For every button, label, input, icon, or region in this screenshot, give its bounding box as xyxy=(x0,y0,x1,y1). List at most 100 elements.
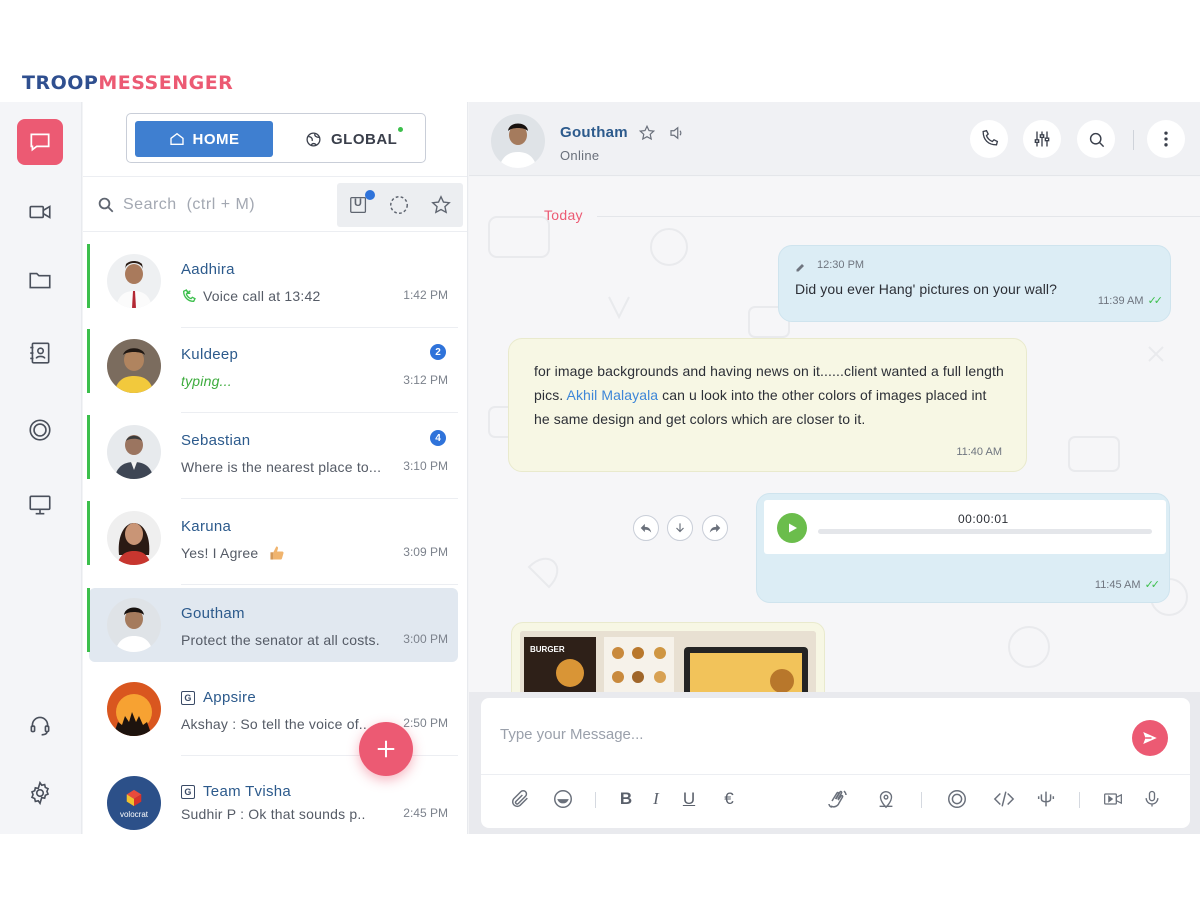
lifebuoy-icon xyxy=(29,419,51,441)
search-input[interactable] xyxy=(123,193,323,217)
global-tab[interactable]: GLOBAL xyxy=(305,121,397,157)
incoming-call-icon xyxy=(182,289,196,303)
attach-button[interactable] xyxy=(507,786,533,812)
play-icon xyxy=(789,523,797,533)
call-button[interactable] xyxy=(970,120,1008,158)
strikethrough-button[interactable]: € xyxy=(716,786,742,812)
message-meta: 11:45 AM ✓✓ xyxy=(1095,578,1160,591)
avatar xyxy=(107,425,161,479)
chat-icon xyxy=(30,133,50,152)
outgoing-message[interactable]: 12:30 PM Did you ever Hang' pictures on … xyxy=(778,245,1171,322)
conversation-name-text: Appsire xyxy=(203,689,256,706)
sliders-icon xyxy=(1034,131,1050,147)
starred-filter-button[interactable] xyxy=(429,193,453,217)
contacts-book-icon xyxy=(30,342,50,364)
conversation-item[interactable]: Karuna Yes! I Agree 3:09 PM xyxy=(87,501,458,585)
new-chat-button[interactable] xyxy=(359,722,413,776)
reply-button[interactable] xyxy=(633,515,659,541)
image-caption: BURGER xyxy=(530,645,565,654)
contact-name: Goutham xyxy=(560,124,628,141)
rail-files-button[interactable] xyxy=(17,257,63,303)
speaker-icon[interactable] xyxy=(668,124,686,142)
conversation-time: 3:12 PM xyxy=(403,373,448,387)
forward-icon xyxy=(709,523,721,533)
brand-part-2: MESSENGER xyxy=(98,72,234,94)
divider xyxy=(181,327,458,328)
plus-icon xyxy=(377,740,395,758)
outgoing-audio-message[interactable]: 00:00:01 11:45 AM ✓✓ xyxy=(756,493,1170,603)
code-snippet-button[interactable] xyxy=(991,786,1017,812)
message-time: 11:40 AM xyxy=(956,446,1002,458)
image-thumbnail[interactable]: BURGER xyxy=(520,631,816,692)
bold-button[interactable]: B xyxy=(613,786,639,812)
home-tab-label: HOME xyxy=(192,130,240,148)
avatar-text: volocrat xyxy=(119,809,148,819)
home-tab[interactable]: HOME xyxy=(135,121,273,157)
hand-wave-icon xyxy=(828,790,847,808)
conversation-name: Karuna xyxy=(181,518,232,535)
contact-status: Online xyxy=(560,148,600,163)
conversation-item-selected[interactable]: Goutham Protect the senator at all costs… xyxy=(87,588,458,662)
incoming-image-message[interactable]: BURGER xyxy=(511,622,825,692)
nav-rail xyxy=(0,102,82,834)
monitor-icon xyxy=(29,495,51,515)
divider xyxy=(595,792,596,808)
rail-support-button[interactable] xyxy=(17,702,63,748)
play-button[interactable] xyxy=(777,513,807,543)
send-button[interactable] xyxy=(1132,720,1168,756)
rail-contacts-button[interactable] xyxy=(17,330,63,376)
more-options-button[interactable] xyxy=(1147,120,1185,158)
conversation-name: G Appsire xyxy=(181,689,256,706)
user-mention-link[interactable]: Akhil Malayala xyxy=(567,387,659,403)
divider xyxy=(181,412,458,413)
emoji-button[interactable] xyxy=(550,786,576,812)
status-filter-button[interactable] xyxy=(387,193,411,217)
group-icon: G xyxy=(181,691,195,705)
gear-icon xyxy=(30,780,50,806)
download-button[interactable] xyxy=(667,515,693,541)
search-icon xyxy=(1089,132,1104,147)
search-icon xyxy=(98,197,114,213)
incoming-message[interactable]: for image backgrounds and having news on… xyxy=(508,338,1027,472)
rail-settings-button[interactable] xyxy=(17,770,63,816)
meeting-button[interactable] xyxy=(944,786,970,812)
location-button[interactable] xyxy=(873,786,899,812)
chat-settings-button[interactable] xyxy=(1023,120,1061,158)
italic-button[interactable]: I xyxy=(643,786,669,812)
contact-avatar[interactable] xyxy=(491,114,545,168)
underline-button[interactable]: U xyxy=(676,786,702,812)
rail-screen-button[interactable] xyxy=(17,482,63,528)
rail-chat-button[interactable] xyxy=(17,119,63,165)
conversation-item[interactable]: Aadhira Voice call at 13:42 1:42 PM xyxy=(87,244,458,328)
conversation-item[interactable]: Sebastian Where is the nearest place to.… xyxy=(87,415,458,499)
conversation-name: Aadhira xyxy=(181,261,235,278)
microphone-icon xyxy=(1145,790,1159,807)
audio-progress-track[interactable] xyxy=(818,529,1152,534)
home-icon xyxy=(169,132,184,145)
emoji-icon xyxy=(554,790,572,808)
video-message-icon xyxy=(1104,793,1122,805)
video-message-button[interactable] xyxy=(1100,786,1126,812)
online-indicator-bar xyxy=(87,244,90,308)
conversation-preview: Where is the nearest place to... xyxy=(181,459,382,475)
hand-raise-button[interactable] xyxy=(825,786,851,812)
conversation-item[interactable]: Kuldeep typing... 2 3:12 PM xyxy=(87,329,458,413)
conversation-time: 1:42 PM xyxy=(403,288,448,302)
conversation-name: Sebastian xyxy=(181,432,251,449)
message-text: for image backgrounds and having news on… xyxy=(534,359,1004,431)
conversation-item[interactable]: volocrat G Team Tvisha Sudhir P : Ok that… xyxy=(89,766,458,834)
rail-meet-button[interactable] xyxy=(17,407,63,453)
divider xyxy=(1079,792,1080,808)
star-icon[interactable] xyxy=(638,124,656,142)
conversation-time: 3:00 PM xyxy=(403,632,448,646)
voice-message-button[interactable] xyxy=(1139,786,1165,812)
rail-video-button[interactable] xyxy=(17,189,63,235)
edited-time: 12:30 PM xyxy=(817,259,865,271)
message-input[interactable] xyxy=(500,720,1100,748)
forkout-button[interactable] xyxy=(1033,786,1059,812)
audio-duration: 00:00:01 xyxy=(958,512,1009,526)
forward-button[interactable] xyxy=(702,515,728,541)
search-messages-button[interactable] xyxy=(1077,120,1115,158)
folder-icon xyxy=(29,272,51,289)
map-pin-icon xyxy=(879,791,893,809)
